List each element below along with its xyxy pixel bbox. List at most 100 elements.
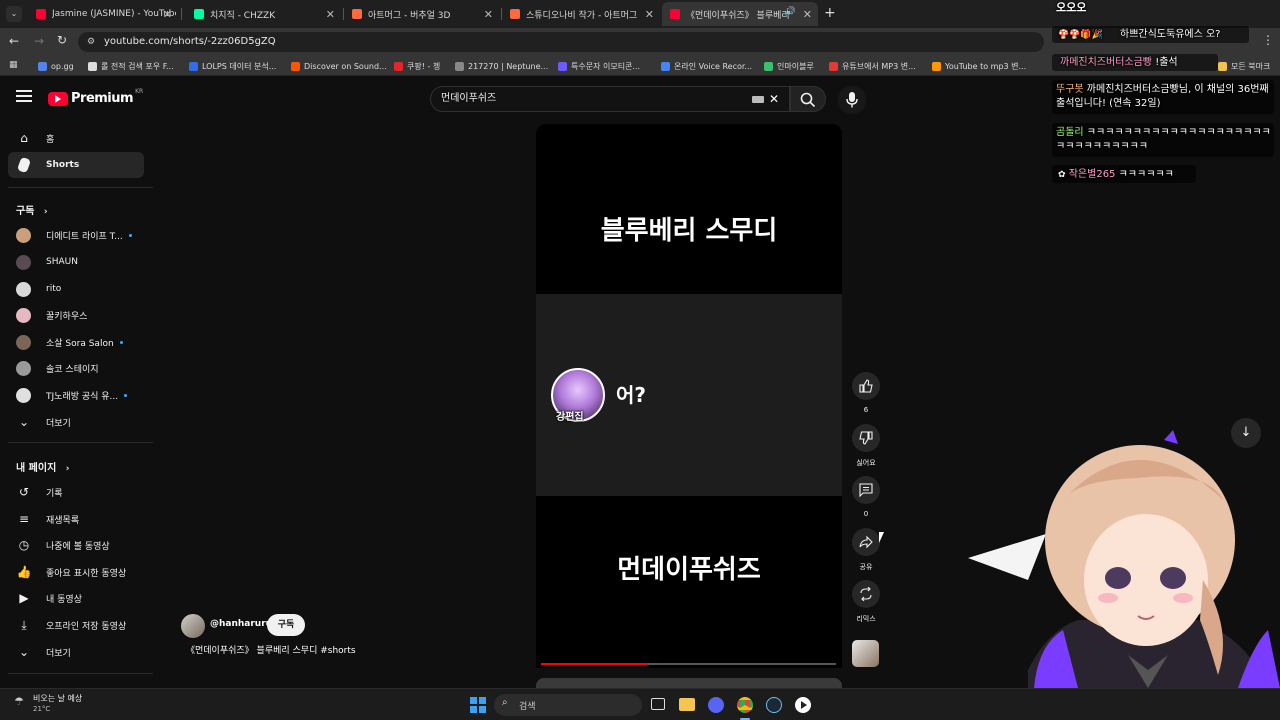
sidebar-item-watch-later[interactable]: ◷ 나중에 볼 동영상 bbox=[8, 532, 144, 558]
artmug-favicon-icon bbox=[510, 9, 520, 19]
mouse-cursor bbox=[879, 532, 884, 543]
sidebar-item-history[interactable]: ↺ 기록 bbox=[8, 479, 144, 505]
comment-icon bbox=[859, 483, 873, 497]
sidebar-item-more-subs[interactable]: ⌄ 더보기 bbox=[8, 409, 144, 435]
artmug-favicon-icon bbox=[352, 9, 362, 19]
chrome-icon[interactable] bbox=[737, 697, 753, 713]
thumb-down-icon bbox=[859, 431, 873, 445]
sidebar-item-shorts[interactable]: Shorts bbox=[8, 152, 144, 178]
tab-chzzk[interactable]: 치지직 - CHZZK ✕ bbox=[186, 4, 341, 24]
tab-list-button[interactable]: ⌄ bbox=[6, 6, 22, 22]
close-tab-icon[interactable]: ✕ bbox=[645, 8, 654, 21]
share-button[interactable] bbox=[852, 528, 880, 556]
channel-handle[interactable]: @hanharuru bbox=[210, 619, 272, 629]
all-bookmarks[interactable]: 모든 북마크 bbox=[1218, 59, 1270, 73]
my-page-header[interactable]: 내 페이지 › bbox=[16, 459, 70, 474]
clear-search-icon[interactable]: ✕ bbox=[769, 87, 779, 111]
steam-icon[interactable] bbox=[766, 697, 782, 713]
dislike-button[interactable] bbox=[852, 424, 880, 452]
bookmark-item[interactable]: 롤 전적 검색 포우 F... bbox=[88, 59, 174, 73]
video-progress-bar[interactable] bbox=[541, 663, 836, 665]
subscriptions-header[interactable]: 구독 › bbox=[16, 202, 48, 217]
file-explorer-icon[interactable] bbox=[679, 698, 695, 711]
avatar bbox=[16, 254, 31, 270]
bookmark-item[interactable]: YouTube to mp3 변... bbox=[932, 59, 1026, 73]
hamburger-menu-icon[interactable] bbox=[16, 90, 32, 102]
like-button[interactable] bbox=[852, 372, 880, 400]
sidebar-item-downloads[interactable]: ⤓ 오프라인 저장 동영상 bbox=[8, 612, 144, 638]
close-tab-icon[interactable]: ✕ bbox=[163, 8, 172, 21]
tab-studio-navi[interactable]: 스튜디오나비 작가 - 아트머그 ✕ bbox=[502, 4, 660, 24]
browser-tab-strip: ⌄ Jasmine (JASMINE) - YouTube ✕ 치지직 - CH… bbox=[0, 0, 1280, 28]
bookmark-item[interactable]: 특수문자 이모티콘... bbox=[558, 59, 640, 73]
forward-icon[interactable]: → bbox=[34, 34, 44, 48]
sidebar-item-playlists[interactable]: ≡ 재생목록 bbox=[8, 506, 144, 532]
sidebar-item-sub[interactable]: 솔코 스테이지 bbox=[8, 355, 144, 381]
comment-action: 0 bbox=[851, 476, 881, 518]
taskbar-search-box[interactable]: ⌕ 검색 bbox=[494, 694, 642, 716]
sidebar-item-label: 더보기 bbox=[46, 648, 71, 659]
tab-mondaypushes[interactable]: 《먼데이푸쉬즈》 블루베리 🔊 ✕ bbox=[662, 2, 818, 26]
task-view-icon[interactable] bbox=[651, 698, 665, 710]
comment-button[interactable] bbox=[852, 476, 880, 504]
sidebar-item-sub[interactable]: 꿀키하우스 bbox=[8, 302, 144, 328]
tab-jasmine[interactable]: Jasmine (JASMINE) - YouTube ✕ bbox=[28, 4, 178, 24]
voice-search-button[interactable] bbox=[838, 86, 866, 114]
short-title[interactable]: 《먼데이푸쉬즈》 블루베리 스무디 #shorts bbox=[186, 643, 356, 656]
sidebar-item-sub[interactable]: SHAUN bbox=[8, 249, 144, 275]
site-info-icon[interactable]: ⚙ bbox=[87, 32, 95, 52]
search-button[interactable] bbox=[790, 86, 826, 112]
sound-thumbnail[interactable] bbox=[852, 640, 879, 667]
sidebar-item-more-me[interactable]: ⌄ 더보기 bbox=[8, 639, 144, 665]
close-tab-icon[interactable]: ✕ bbox=[484, 8, 493, 21]
back-icon[interactable]: ← bbox=[9, 34, 19, 48]
apps-grid-icon[interactable]: ▦ bbox=[9, 60, 18, 70]
sidebar-item-label: 나중에 볼 동영상 bbox=[46, 541, 110, 552]
chat-line-1: 하쁘간식도둑유에스 오? bbox=[1120, 29, 1221, 40]
next-short-strip[interactable] bbox=[536, 678, 842, 688]
channel-avatar[interactable] bbox=[181, 614, 205, 638]
bookmark-item[interactable]: LOLPS 데이터 분석... bbox=[189, 59, 276, 73]
close-tab-icon[interactable]: ✕ bbox=[326, 8, 335, 21]
bookmark-item[interactable]: Discover on Sound... bbox=[291, 59, 387, 73]
discord-icon[interactable] bbox=[708, 697, 724, 713]
sidebar-item-sub[interactable]: TJ노래방 공식 유... bbox=[8, 382, 144, 408]
weather-title[interactable]: 비오는 날 예상 bbox=[33, 693, 82, 704]
weather-icon[interactable]: ☂ bbox=[14, 695, 24, 708]
bookmark-item[interactable]: 쿠팡! - 쳉 bbox=[394, 59, 440, 73]
youtube-logo[interactable]: Premium KR bbox=[48, 88, 143, 106]
keyboard-icon[interactable] bbox=[752, 96, 764, 103]
tab-label: 아트머그 - 버추얼 3D bbox=[368, 10, 451, 21]
address-bar[interactable]: ⚙ youtube.com/shorts/-2zz06D5gZQ bbox=[78, 32, 1044, 52]
tab-artmug-3d[interactable]: 아트머그 - 버추얼 3D ✕ bbox=[344, 4, 499, 24]
search-value: 먼데이푸쉬즈 bbox=[441, 93, 497, 104]
sidebar-item-home[interactable]: ⌂ 홈 bbox=[8, 125, 144, 151]
windows-start-button[interactable] bbox=[470, 697, 486, 713]
sidebar-item-sub[interactable]: rito bbox=[8, 276, 144, 302]
speaker-icon[interactable]: 🔊 bbox=[785, 7, 796, 17]
bookmark-item[interactable]: 인마이블루 bbox=[764, 59, 814, 73]
bookmark-item[interactable]: 217270 | Neptune... bbox=[455, 59, 548, 73]
remix-button[interactable] bbox=[852, 580, 880, 608]
menu-dots-icon[interactable]: ⋮ bbox=[1262, 33, 1274, 47]
sidebar-item-sub[interactable]: 디에디트 라이프 T... bbox=[8, 222, 144, 248]
vtuber-avatar bbox=[968, 430, 1280, 688]
share-action: 공유 bbox=[851, 528, 881, 572]
youtube-favicon-icon bbox=[36, 9, 46, 19]
sidebar-item-sub[interactable]: 소살 Sora Salon bbox=[8, 329, 144, 355]
taskbar: ☂ 비오는 날 예상 21°C ⌕ 검색 bbox=[0, 688, 1280, 720]
search-input[interactable]: 먼데이푸쉬즈 ✕ bbox=[430, 86, 790, 112]
chat-username: 뚜구봇 bbox=[1056, 84, 1084, 95]
bookmark-item[interactable]: 온라인 Voice Recor... bbox=[661, 59, 752, 73]
sidebar-item-liked[interactable]: 👍 좋아요 표시한 동영상 bbox=[8, 559, 144, 585]
new-tab-button[interactable]: + bbox=[824, 6, 836, 20]
sidebar-item-my-videos[interactable]: ▶ 내 동영상 bbox=[8, 585, 144, 611]
close-tab-icon[interactable]: ✕ bbox=[803, 8, 812, 21]
reload-icon[interactable]: ↻ bbox=[57, 33, 67, 47]
bookmark-item[interactable]: op.gg bbox=[38, 59, 74, 73]
subscribe-button[interactable]: 구독 bbox=[267, 614, 305, 636]
media-player-icon[interactable] bbox=[795, 697, 811, 713]
chat-message: 까메진치즈버터소금빵님, 이 채널의 36번째 출석입니다! (연속 32일) bbox=[1056, 84, 1269, 109]
shorts-player[interactable]: 블루베리 스무디 강편집 어? 먼데이푸쉬즈 bbox=[536, 124, 842, 668]
bookmark-item[interactable]: 유튜브에서 MP3 변... bbox=[829, 59, 916, 73]
